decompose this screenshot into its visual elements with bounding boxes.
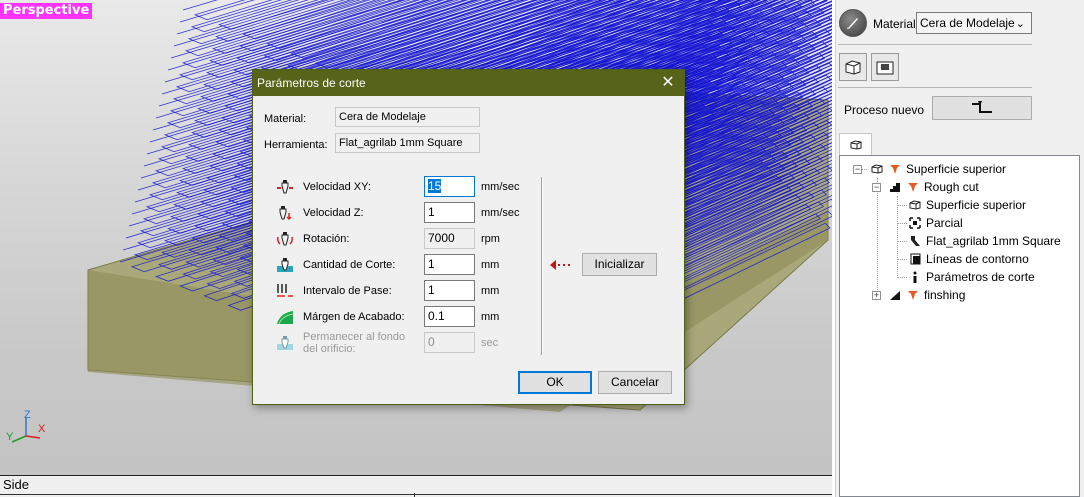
finish-margin-label: Márgen de Acabado: (303, 311, 405, 323)
axis-x-label: X (38, 423, 46, 435)
cancel-button[interactable]: Cancelar (598, 371, 672, 394)
step-path-icon (972, 101, 992, 113)
axis-y-label: Y (6, 431, 14, 443)
new-process-button[interactable] (932, 96, 1032, 120)
material-icon[interactable] (839, 9, 867, 37)
pass-interval-unit: mm (481, 285, 500, 297)
side-view-tick (414, 493, 415, 497)
tool-field: Flat_agrilab 1mm Square (335, 133, 480, 153)
side-view-bar: Side (0, 475, 832, 497)
finish-margin-icon (276, 309, 294, 325)
material-label: Material (873, 17, 916, 31)
rotation-label: Rotación: (303, 233, 350, 245)
cutting-params-dialog: Parámetros de corte ✕ Material: Cera de … (252, 69, 685, 405)
dialog-title: Parámetros de corte (257, 76, 366, 90)
tab-process-tree[interactable] (839, 133, 872, 155)
z-speed-label: Velocidad Z: (303, 207, 364, 219)
material-select[interactable]: Cera de Modelaje ⌄ (916, 12, 1032, 34)
dwell-icon (276, 335, 294, 351)
xy-speed-input[interactable]: 15 (424, 176, 475, 197)
z-speed-unit: mm/sec (481, 207, 520, 219)
end-mill-icon (908, 234, 922, 248)
new-process-label: Proceso nuevo (844, 103, 925, 117)
pass-interval-input[interactable]: 1 (424, 280, 475, 301)
tree-item-contour-lines[interactable]: Líneas de contorno (908, 250, 1029, 268)
cube-icon (870, 162, 884, 176)
vertical-separator (541, 177, 543, 355)
dwell-label-line1: Permanecer al fondo (303, 331, 406, 343)
cut-depth-icon (276, 257, 294, 273)
material-label: Material: (264, 113, 307, 125)
pass-interval-label: Intervalo de Pase: (303, 285, 392, 297)
cut-depth-unit: mm (481, 259, 500, 271)
cube-icon (845, 60, 861, 75)
cube-icon (850, 139, 861, 150)
cut-depth-input[interactable]: 1 (424, 254, 475, 275)
axis-gizmo: Z Y X (6, 409, 46, 443)
tree-item-top-surface[interactable]: Superficie superior (908, 196, 1026, 214)
view-mode-label[interactable]: Perspective (0, 3, 93, 19)
tool-icon (906, 180, 920, 194)
tool-icon (888, 162, 902, 176)
pass-interval-icon (276, 283, 294, 299)
tool-icon (906, 288, 920, 302)
side-view-line (0, 494, 832, 495)
tree-item-tool[interactable]: Flat_agrilab 1mm Square (908, 232, 1061, 250)
tool-label: Herramienta: (264, 139, 328, 151)
separator (838, 44, 1032, 45)
dwell-unit: sec (481, 337, 499, 349)
info-icon (908, 270, 922, 284)
initialize-button[interactable]: Inicializar (582, 253, 657, 276)
dwell-input: 0 (424, 332, 475, 353)
dwell-label-line2: del orificio: (303, 343, 356, 355)
collapse-toggle[interactable]: − (872, 183, 881, 192)
finish-margin-input[interactable]: 0.1 (424, 306, 475, 327)
xy-speed-unit: mm/sec (481, 181, 520, 193)
stairs-icon (888, 180, 902, 194)
xy-speed-icon (276, 179, 294, 195)
material-select-value: Cera de Modelaje (920, 16, 1015, 30)
tree-item-cutting-params[interactable]: Parámetros de corte (908, 268, 1035, 286)
process-panel: Material Cera de Modelaje ⌄ Proceso nuev… (836, 0, 1084, 497)
z-speed-input[interactable]: 1 (424, 202, 475, 223)
process-tree[interactable]: − Superficie superior − Rough cut Superf… (839, 155, 1080, 497)
rotation-unit: rpm (481, 233, 500, 245)
collapse-toggle[interactable]: − (853, 165, 862, 174)
chevron-down-icon: ⌄ (1015, 18, 1025, 30)
rotation-field: 7000 (424, 228, 475, 249)
side-view-label: Side (3, 477, 30, 492)
slope-icon (888, 288, 902, 302)
cube-icon (908, 198, 922, 212)
dialog-titlebar[interactable]: Parámetros de corte ✕ (253, 70, 684, 96)
tree-item-surface[interactable]: Superficie superior (870, 160, 1006, 178)
axis-z-label: Z (24, 409, 31, 421)
tree-item-finishing[interactable]: finshing (888, 286, 965, 304)
cup-icon (876, 61, 894, 75)
separator (838, 87, 1032, 88)
z-speed-icon (276, 205, 294, 221)
tree-item-partial[interactable]: Parcial (908, 214, 963, 232)
xy-speed-label: Velocidad XY: (303, 181, 371, 193)
stock-setup-button[interactable] (839, 53, 867, 81)
spindle-rotation-icon (276, 231, 294, 247)
material-field: Cera de Modelaje (335, 107, 480, 127)
contour-icon (908, 252, 922, 266)
arrow-left-icon (550, 260, 570, 270)
region-icon (908, 216, 922, 230)
origin-setup-button[interactable] (871, 53, 899, 81)
finish-margin-unit: mm (481, 311, 500, 323)
cut-depth-label: Cantidad de Corte: (303, 259, 396, 271)
close-icon[interactable]: ✕ (658, 73, 678, 93)
tree-item-rough-cut[interactable]: Rough cut (888, 178, 979, 196)
ok-button[interactable]: OK (518, 371, 592, 394)
expand-toggle[interactable]: + (872, 291, 881, 300)
